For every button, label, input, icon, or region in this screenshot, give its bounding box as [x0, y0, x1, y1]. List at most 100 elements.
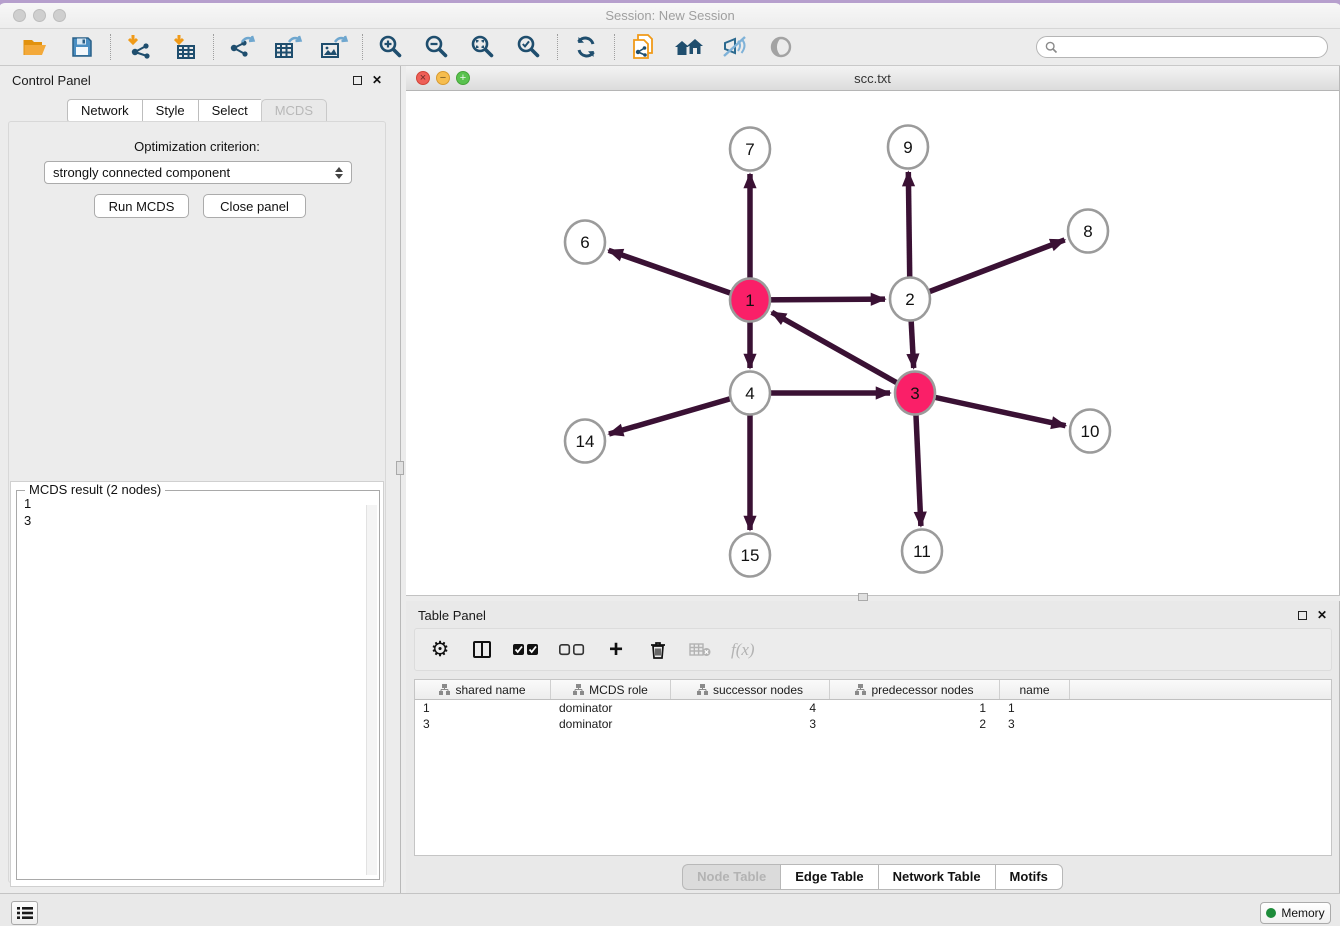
edge-4-14[interactable] [609, 393, 750, 434]
table-cell[interactable]: 1 [415, 700, 551, 716]
graph-node-14[interactable]: 14 [565, 420, 605, 463]
criterion-value: strongly connected component [53, 165, 230, 180]
graph-node-1[interactable]: 1 [730, 279, 770, 322]
float-panel-icon[interactable] [353, 76, 362, 85]
table-row[interactable]: 3dominator323 [415, 716, 1331, 732]
function-builder-icon[interactable]: f(x) [731, 637, 755, 663]
tab-style[interactable]: Style [142, 99, 198, 123]
select-all-icon[interactable] [513, 637, 539, 663]
run-mcds-button[interactable]: Run MCDS [94, 194, 189, 218]
export-table-icon[interactable] [272, 33, 304, 61]
result-item[interactable]: 3 [24, 512, 363, 529]
column-header-MCDS-role[interactable]: MCDS role [551, 680, 671, 699]
control-panel-header: Control Panel ✕ [0, 66, 394, 94]
zoom-fit-icon[interactable] [467, 33, 499, 61]
close-panel-icon[interactable]: ✕ [372, 74, 382, 86]
table-cell[interactable]: dominator [551, 700, 671, 716]
table-cell[interactable]: 3 [415, 716, 551, 732]
node-label: 7 [745, 140, 754, 159]
birdseye-icon[interactable] [765, 33, 797, 61]
refresh-icon[interactable] [570, 33, 602, 61]
network-canvas[interactable]: 7 9 6 8 1 2 4 3 14 10 15 11 [406, 91, 1339, 594]
export-image-icon[interactable] [318, 33, 350, 61]
open-session-icon[interactable] [20, 33, 52, 61]
close-panel-icon[interactable]: ✕ [1317, 609, 1327, 621]
zoom-in-icon[interactable] [375, 33, 407, 61]
export-network-icon[interactable] [226, 33, 258, 61]
zoom-out-icon[interactable] [421, 33, 453, 61]
vertical-splitter[interactable] [394, 66, 406, 893]
close-panel-button[interactable]: Close panel [203, 194, 306, 218]
graph-node-3[interactable]: 3 [895, 372, 935, 415]
tab-edge-table[interactable]: Edge Table [780, 864, 877, 890]
network-maximize-icon[interactable]: + [456, 71, 470, 85]
splitter-handle[interactable] [396, 461, 404, 475]
network-minimize-icon[interactable]: − [436, 71, 450, 85]
graph-node-4[interactable]: 4 [730, 372, 770, 415]
delete-table-icon[interactable] [689, 637, 711, 663]
column-header-successor-nodes[interactable]: successor nodes [671, 680, 830, 699]
task-history-button[interactable] [11, 901, 38, 925]
window-minimize-icon[interactable] [33, 9, 46, 22]
table-row[interactable]: 1dominator411 [415, 700, 1331, 716]
add-column-icon[interactable]: + [605, 637, 627, 663]
memory-status-icon [1266, 908, 1276, 918]
graph-node-6[interactable]: 6 [565, 221, 605, 264]
optimization-criterion-label: Optimization criterion: [0, 139, 394, 154]
window-close-icon[interactable] [13, 9, 26, 22]
show-columns-icon[interactable] [471, 637, 493, 663]
network-close-icon[interactable]: × [416, 71, 430, 85]
column-header-name[interactable]: name [1000, 680, 1070, 699]
hide-labels-icon[interactable] [719, 33, 751, 61]
table-cell[interactable]: 3 [671, 716, 830, 732]
graph-node-15[interactable]: 15 [730, 534, 770, 577]
table-cell[interactable]: 4 [671, 700, 830, 716]
graph-node-10[interactable]: 10 [1070, 410, 1110, 453]
table-body: 1dominator4113dominator323 [415, 700, 1331, 732]
table-settings-icon[interactable]: ⚙ [429, 637, 451, 663]
table-cell[interactable]: 2 [830, 716, 1000, 732]
deselect-all-icon[interactable] [559, 637, 585, 663]
graph-node-7[interactable]: 7 [730, 128, 770, 171]
network-window-titlebar[interactable]: × − + scc.txt [406, 66, 1339, 91]
mcds-result-list[interactable]: 13 [19, 495, 363, 877]
dropdown-stepper-icon [335, 167, 343, 179]
table-cell[interactable]: 3 [1000, 716, 1070, 732]
edge-2-8[interactable] [910, 240, 1065, 299]
graph-node-8[interactable]: 8 [1068, 210, 1108, 253]
window-zoom-icon[interactable] [53, 9, 66, 22]
import-table-icon[interactable] [169, 33, 201, 61]
node-table: shared nameMCDS rolesuccessor nodesprede… [414, 679, 1332, 856]
control-panel: Control Panel ✕ NetworkStyleSelectMCDS O… [0, 66, 394, 893]
table-cell[interactable]: dominator [551, 716, 671, 732]
splitter-handle[interactable] [858, 593, 868, 601]
graph-node-2[interactable]: 2 [890, 278, 930, 321]
tab-network[interactable]: Network [67, 99, 142, 123]
zoom-selected-icon[interactable] [513, 33, 545, 61]
tab-mcds[interactable]: MCDS [261, 99, 327, 123]
result-scrollbar[interactable] [366, 505, 377, 875]
show-all-icon[interactable] [673, 33, 705, 61]
tab-motifs[interactable]: Motifs [995, 864, 1063, 890]
table-cell[interactable]: 1 [1000, 700, 1070, 716]
save-session-icon[interactable] [66, 33, 98, 61]
search-input[interactable] [1063, 40, 1319, 54]
result-item[interactable]: 1 [24, 495, 363, 512]
edge-3-1[interactable] [772, 312, 915, 393]
tab-select[interactable]: Select [198, 99, 261, 123]
float-panel-icon[interactable] [1298, 611, 1307, 620]
criterion-dropdown[interactable]: strongly connected component [44, 161, 352, 184]
column-header-predecessor-nodes[interactable]: predecessor nodes [830, 680, 1000, 699]
graph-node-9[interactable]: 9 [888, 126, 928, 169]
import-network-icon[interactable] [123, 33, 155, 61]
column-header-shared-name[interactable]: shared name [415, 680, 551, 699]
table-cell[interactable]: 1 [830, 700, 1000, 716]
tab-node-table[interactable]: Node Table [682, 864, 780, 890]
edge-3-10[interactable] [915, 393, 1066, 426]
graph-node-11[interactable]: 11 [902, 530, 942, 573]
memory-button[interactable]: Memory [1260, 902, 1331, 924]
tab-network-table[interactable]: Network Table [878, 864, 995, 890]
clone-network-icon[interactable] [627, 33, 659, 61]
edge-1-6[interactable] [609, 250, 750, 300]
delete-column-icon[interactable] [647, 637, 669, 663]
